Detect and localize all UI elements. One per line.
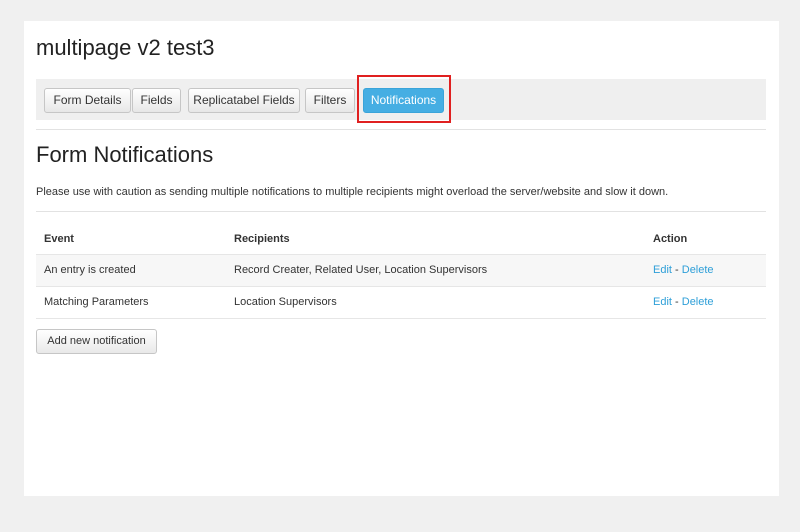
table-row: An entry is created Record Creater, Rela… bbox=[36, 255, 766, 287]
recipients-cell: Record Creater, Related User, Location S… bbox=[234, 264, 488, 276]
action-separator: - bbox=[671, 296, 682, 308]
divider bbox=[36, 129, 766, 130]
tab-fields[interactable]: Fields bbox=[132, 88, 181, 113]
tab-form-details[interactable]: Form Details bbox=[44, 88, 131, 113]
add-notification-button[interactable]: Add new notification bbox=[36, 329, 157, 354]
tab-filters[interactable]: Filters bbox=[305, 88, 355, 113]
column-header-recipients: Recipients bbox=[234, 233, 290, 245]
tab-replicatabel-fields[interactable]: Replicatabel Fields bbox=[188, 88, 300, 113]
table-row: Matching Parameters Location Supervisors… bbox=[36, 287, 766, 319]
action-separator: - bbox=[671, 264, 682, 276]
tab-bar: Form Details Fields Replicatabel Fields … bbox=[36, 75, 766, 123]
event-cell: Matching Parameters bbox=[44, 296, 149, 308]
column-header-event: Event bbox=[44, 233, 74, 245]
delete-link[interactable]: Delete bbox=[682, 264, 714, 276]
main-panel: multipage v2 test3 Form Details Fields R… bbox=[24, 21, 779, 496]
notifications-table: Event Recipients Action An entry is crea… bbox=[36, 224, 766, 319]
highlight-box bbox=[357, 75, 451, 123]
column-header-action: Action bbox=[653, 233, 688, 245]
edit-link[interactable]: Edit bbox=[653, 296, 672, 308]
action-cell: Edit - Delete bbox=[653, 287, 714, 318]
section-title: Form Notifications bbox=[36, 142, 214, 167]
recipients-cell: Location Supervisors bbox=[234, 296, 337, 308]
delete-link[interactable]: Delete bbox=[682, 296, 714, 308]
edit-link[interactable]: Edit bbox=[653, 264, 672, 276]
action-cell: Edit - Delete bbox=[653, 255, 714, 286]
page-title: multipage v2 test3 bbox=[36, 35, 215, 60]
table-header-row: Event Recipients Action bbox=[36, 224, 766, 255]
divider bbox=[36, 211, 766, 212]
caution-text: Please use with caution as sending multi… bbox=[36, 186, 669, 198]
event-cell: An entry is created bbox=[44, 264, 136, 276]
